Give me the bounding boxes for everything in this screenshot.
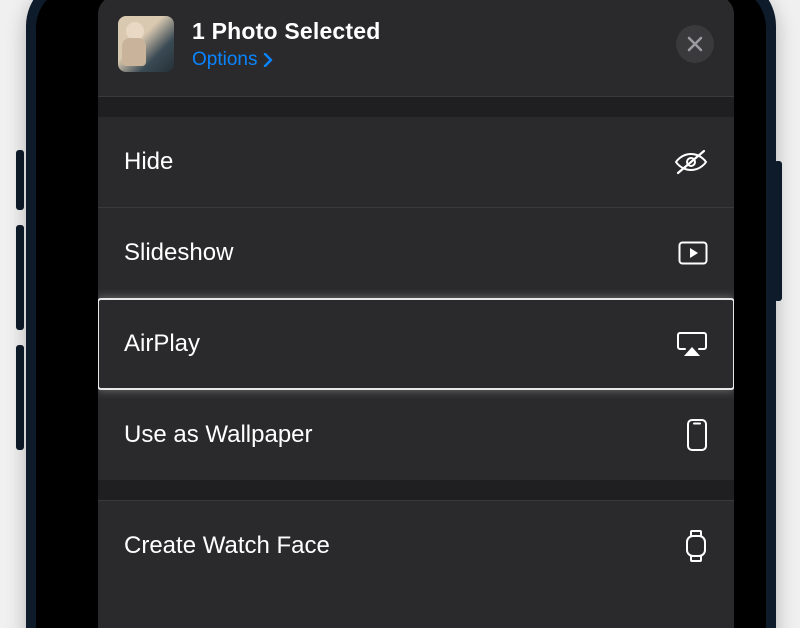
airplay-icon bbox=[676, 331, 708, 357]
sheet-header: 1 Photo Selected Options bbox=[98, 0, 734, 97]
phone-icon bbox=[686, 418, 708, 452]
action-label: AirPlay bbox=[124, 330, 200, 358]
power-button bbox=[774, 161, 782, 301]
section-gap bbox=[98, 480, 734, 500]
options-link[interactable]: Options bbox=[192, 49, 658, 71]
action-label: Create Watch Face bbox=[124, 532, 330, 560]
action-airplay[interactable]: AirPlay bbox=[98, 298, 734, 389]
volume-up-button bbox=[16, 225, 24, 330]
action-create-watch-face[interactable]: Create Watch Face bbox=[98, 500, 734, 591]
play-rect-icon bbox=[678, 241, 708, 265]
eye-slash-icon bbox=[674, 149, 708, 175]
header-text: 1 Photo Selected Options bbox=[192, 18, 658, 71]
volume-down-button bbox=[16, 345, 24, 450]
close-button[interactable] bbox=[676, 25, 714, 63]
watch-icon bbox=[684, 529, 708, 563]
action-label: Slideshow bbox=[124, 239, 233, 267]
selection-title: 1 Photo Selected bbox=[192, 18, 658, 45]
action-slideshow[interactable]: Slideshow bbox=[98, 207, 734, 298]
section-gap bbox=[98, 97, 734, 117]
action-use-as-wallpaper[interactable]: Use as Wallpaper bbox=[98, 389, 734, 480]
action-label: Use as Wallpaper bbox=[124, 421, 313, 449]
chevron-right-icon bbox=[263, 53, 273, 67]
phone-frame: 1 Photo Selected Options bbox=[26, 0, 776, 628]
actions-list: Hide Slideshow AirPlay bbox=[98, 117, 734, 591]
options-label: Options bbox=[192, 49, 257, 71]
side-button bbox=[16, 150, 24, 210]
stage: 1 Photo Selected Options bbox=[0, 0, 800, 628]
phone-screen: 1 Photo Selected Options bbox=[36, 0, 766, 628]
action-label: Hide bbox=[124, 148, 173, 176]
selected-photo-thumbnail[interactable] bbox=[118, 16, 174, 72]
close-icon bbox=[687, 36, 703, 52]
share-sheet: 1 Photo Selected Options bbox=[98, 0, 734, 628]
action-hide[interactable]: Hide bbox=[98, 117, 734, 207]
